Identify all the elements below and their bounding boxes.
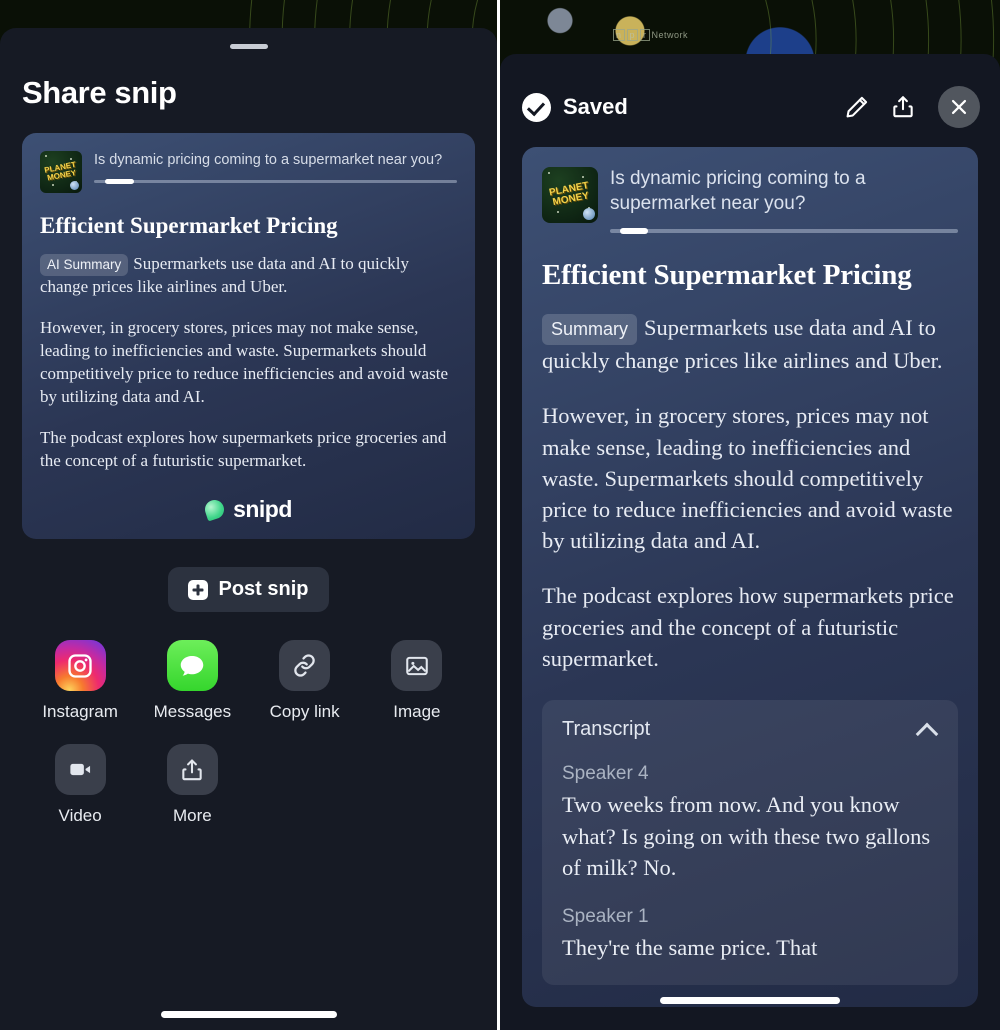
podcast-artwork-thumbnail: PLANET MONEY: [40, 151, 82, 193]
snipd-wordmark: snipd: [233, 496, 292, 523]
globe-icon: [70, 181, 79, 190]
post-snip-label: Post snip: [218, 578, 309, 601]
snip-paragraph-3: The podcast explores how supermarkets pr…: [542, 583, 954, 671]
globe-icon: [583, 208, 595, 220]
transcript-title: Transcript: [562, 718, 651, 741]
transcript-header[interactable]: Transcript: [562, 718, 938, 741]
episode-title: Is dynamic pricing coming to a supermark…: [610, 168, 866, 214]
transcript-speaker: Speaker 1: [562, 905, 649, 927]
episode-meta: Is dynamic pricing coming to a supermark…: [610, 167, 958, 235]
messages-icon: [166, 640, 218, 692]
share-target-label: Copy link: [269, 702, 340, 722]
episode-progress-bar[interactable]: [94, 178, 457, 184]
video-icon: [54, 744, 106, 796]
transcript-section: Transcript Speaker 4 Two weeks from now.…: [542, 700, 958, 986]
close-button[interactable]: [938, 86, 980, 128]
link-icon: [279, 640, 331, 692]
snip-paragraph-2: However, in grocery stores, prices may n…: [40, 318, 448, 406]
check-circle-icon: [522, 92, 551, 122]
plus-icon: [188, 579, 209, 600]
episode-row: PLANET MONEY Is dynamic pricing coming t…: [40, 151, 457, 193]
share-target-more[interactable]: More: [136, 744, 248, 826]
instagram-icon: [54, 640, 106, 692]
episode-row[interactable]: PLANET MONEY Is dynamic pricing coming t…: [542, 167, 958, 235]
page-title: Share snip: [22, 75, 177, 110]
share-target-video[interactable]: Video: [24, 744, 136, 826]
transcript-speaker: Speaker 4: [562, 763, 649, 785]
share-target-image[interactable]: Image: [361, 640, 473, 722]
chevron-up-icon[interactable]: [916, 719, 938, 741]
snip-preview-card[interactable]: PLANET MONEY Is dynamic pricing coming t…: [22, 133, 475, 540]
share-target-copy-link[interactable]: Copy link: [249, 640, 361, 722]
snip-headline: Efficient Supermarket Pricing: [542, 259, 912, 292]
share-target-label: More: [173, 806, 212, 826]
snip-paragraph-3: The podcast explores how supermarkets pr…: [40, 427, 447, 470]
share-targets-grid: Instagram Messages Copy link Image Video…: [24, 640, 473, 826]
share-button[interactable]: [886, 90, 920, 124]
podcast-artwork-thumbnail: PLANET MONEY: [542, 167, 598, 223]
panel-divider: [497, 0, 500, 1030]
home-indicator: [160, 1011, 337, 1018]
ai-summary-badge: AI Summary: [40, 254, 129, 277]
image-icon: [391, 640, 443, 692]
snip-detail-card: PLANET MONEY Is dynamic pricing coming t…: [522, 147, 978, 1008]
edit-button[interactable]: [840, 90, 874, 124]
transcript-text: They're the same price. That: [562, 934, 818, 960]
status-badge: Saved: [563, 94, 628, 119]
snip-body: AI Summary Supermarkets use data and AI t…: [40, 253, 457, 472]
transcript-entry: Speaker 4 Two weeks from now. And you kn…: [562, 763, 938, 884]
progress-knob: [104, 178, 134, 184]
screen-root: n p r Network Share snip PLANET MONEY Is…: [0, 0, 1000, 1030]
share-target-instagram[interactable]: Instagram: [24, 640, 136, 722]
episode-meta: Is dynamic pricing coming to a supermark…: [94, 151, 457, 184]
post-snip-button[interactable]: Post snip: [168, 567, 329, 613]
snip-paragraph-2: However, in grocery stores, prices may n…: [542, 403, 953, 554]
snip-paragraph-1: AI Summary Supermarkets use data and AI t…: [40, 253, 457, 299]
share-sheet: Share snip PLANET MONEY Is dynamic prici…: [0, 28, 497, 1030]
snip-body: Summary Supermarkets use data and AI to q…: [542, 312, 958, 674]
share-sheet-panel: Share snip PLANET MONEY Is dynamic prici…: [0, 0, 497, 1030]
share-target-messages[interactable]: Messages: [136, 640, 248, 722]
snipd-logo-icon: [202, 497, 227, 522]
snip-headline: Efficient Supermarket Pricing: [40, 213, 338, 238]
home-indicator: [660, 997, 840, 1004]
episode-progress-bar[interactable]: [610, 228, 958, 235]
snip-detail-panel: Saved PLANET MONEY Is dynamic pricing co…: [497, 0, 1000, 1030]
share-target-label: Instagram: [42, 702, 118, 722]
transcript-entry: Speaker 1 They're the same price. That: [562, 906, 938, 964]
snip-paragraph-1: Summary Supermarkets use data and AI to q…: [542, 312, 958, 376]
share-target-label: Messages: [153, 702, 232, 722]
transcript-text: Two weeks from now. And you know what? I…: [562, 792, 931, 881]
snipd-brand: snipd: [40, 496, 457, 523]
detail-header: Saved: [500, 54, 1000, 128]
episode-title: Is dynamic pricing coming to a supermark…: [94, 152, 443, 168]
progress-knob: [620, 228, 649, 235]
snip-detail-sheet: Saved PLANET MONEY Is dynamic pricing co…: [500, 54, 1000, 1030]
summary-badge: Summary: [542, 314, 638, 346]
sheet-grabber-handle[interactable]: [229, 44, 268, 49]
share-icon: [166, 744, 218, 796]
share-target-label: Video: [58, 806, 102, 826]
share-target-label: Image: [393, 702, 441, 722]
